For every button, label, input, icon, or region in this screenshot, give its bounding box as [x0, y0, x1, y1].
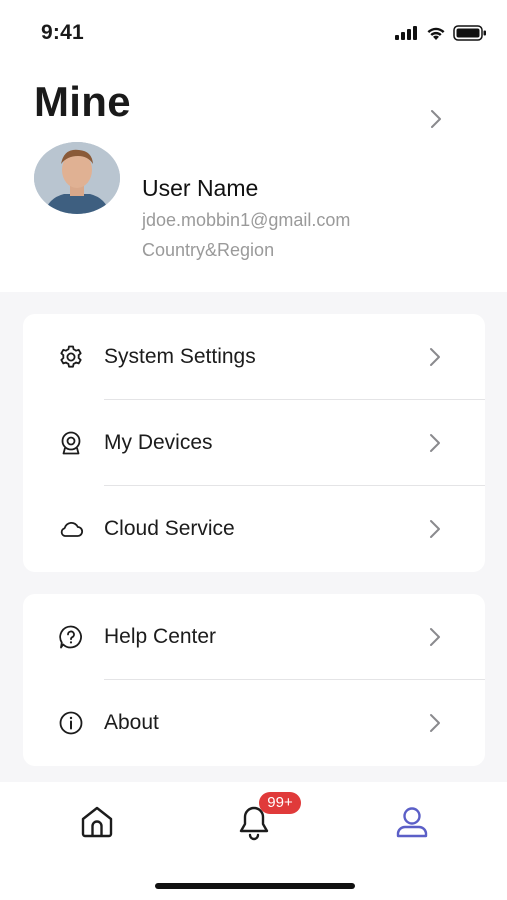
- info-icon: [59, 711, 83, 735]
- chevron-right-icon: [430, 520, 440, 538]
- help-bubble-icon: [59, 625, 82, 649]
- wifi-icon: [427, 27, 445, 40]
- menu-item-cloud-service[interactable]: Cloud Service: [23, 486, 485, 572]
- user-region: Country&Region: [142, 240, 275, 260]
- status-time: 9:41: [41, 21, 84, 44]
- menu-item-label: Cloud Service: [104, 517, 235, 540]
- chevron-right-icon: [430, 714, 440, 732]
- gear-icon: [60, 345, 82, 368]
- user-name: User Name: [142, 175, 259, 201]
- profile-header[interactable]: Mine User Name jdoe.mobbin1@gmail.com Co…: [0, 66, 507, 292]
- settings-card: System Settings My Devices Cloud Service: [23, 314, 485, 572]
- cellular-signal-icon: [395, 26, 417, 40]
- menu-item-label: System Settings: [104, 345, 256, 368]
- menu-item-label: My Devices: [104, 431, 213, 454]
- chevron-right-icon: [430, 628, 440, 646]
- support-card: Help Center About: [23, 594, 485, 766]
- status-icons: [395, 25, 487, 41]
- status-bar: 9:41: [0, 0, 507, 66]
- avatar[interactable]: [34, 142, 120, 214]
- person-icon[interactable]: [392, 802, 432, 842]
- menu-item-label: Help Center: [104, 625, 217, 648]
- home-icon[interactable]: [77, 802, 117, 842]
- menu-item-help-center[interactable]: Help Center: [23, 594, 485, 680]
- webcam-icon: [61, 431, 81, 455]
- menu-item-label: About: [104, 711, 159, 734]
- chevron-right-icon[interactable]: [428, 108, 444, 130]
- menu-item-about[interactable]: About: [23, 680, 485, 766]
- menu-item-system-settings[interactable]: System Settings: [23, 314, 485, 400]
- notification-badge: 99+: [259, 792, 301, 814]
- cloud-icon: [60, 521, 84, 537]
- page-title: Mine: [34, 78, 131, 125]
- battery-icon: [453, 25, 486, 41]
- home-indicator: [155, 883, 355, 889]
- chevron-right-icon: [430, 348, 440, 366]
- user-email: jdoe.mobbin1@gmail.com: [142, 210, 351, 230]
- avatar-photo: [34, 142, 120, 214]
- menu-item-my-devices[interactable]: My Devices: [23, 400, 485, 486]
- chevron-right-icon: [430, 434, 440, 452]
